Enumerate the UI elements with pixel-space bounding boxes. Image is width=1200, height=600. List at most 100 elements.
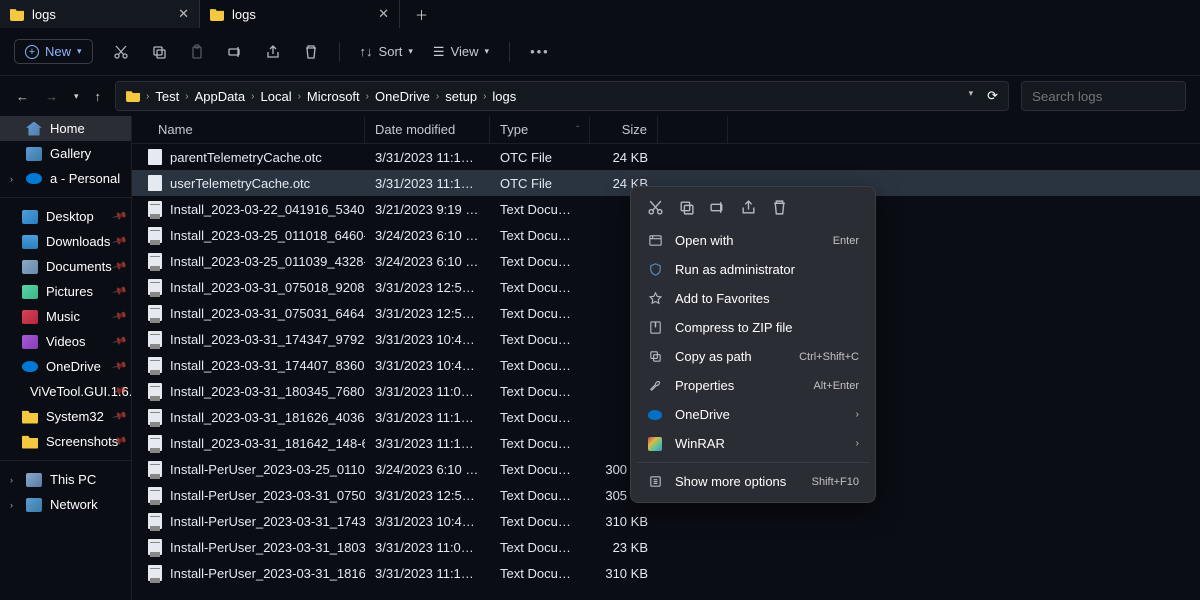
ctx-add-favorites[interactable]: Add to Favorites: [637, 284, 869, 313]
share-icon[interactable]: [740, 199, 757, 216]
chevron-right-icon: ›: [856, 409, 859, 420]
file-icon: [148, 201, 162, 217]
breadcrumb-item[interactable]: OneDrive: [375, 89, 430, 104]
file-name: parentTelemetryCache.otc: [170, 150, 322, 165]
ctx-run-admin[interactable]: Run as administrator: [637, 255, 869, 284]
ctx-copy-path[interactable]: Copy as path Ctrl+Shift+C: [637, 342, 869, 371]
close-icon[interactable]: ✕: [378, 6, 389, 22]
sidebar-item-downloads[interactable]: Downloads📌: [0, 229, 131, 254]
address-bar[interactable]: › Test › AppData › Local › Microsoft › O…: [115, 81, 1009, 111]
chevron-right-icon: ›: [146, 91, 149, 102]
rename-icon[interactable]: [709, 199, 726, 216]
file-icon: [148, 331, 162, 347]
new-button[interactable]: + New ▾: [14, 39, 93, 64]
share-icon[interactable]: [265, 44, 281, 60]
file-name: Install_2023-03-31_181642_148-6604: [170, 436, 365, 451]
music-icon: [22, 310, 38, 324]
up-button[interactable]: ↑: [93, 87, 104, 106]
sidebar-label: Network: [50, 497, 98, 512]
sidebar-item-desktop[interactable]: Desktop📌: [0, 204, 131, 229]
chevron-right-icon[interactable]: ›: [10, 475, 18, 485]
sidebar-item-gallery[interactable]: Gallery: [0, 141, 131, 166]
copy-icon[interactable]: [678, 199, 695, 216]
downloads-icon: [22, 235, 38, 249]
sidebar-item-home[interactable]: Home: [0, 116, 131, 141]
file-name: Install-PerUser_2023-03-31_181628_7996..…: [170, 566, 365, 581]
tab-logs-1[interactable]: logs ✕: [0, 0, 200, 28]
sidebar-item-pictures[interactable]: Pictures📌: [0, 279, 131, 304]
sort-button[interactable]: ↑↓ Sort ▾: [360, 44, 413, 59]
ctx-properties[interactable]: Properties Alt+Enter: [637, 371, 869, 400]
rename-icon[interactable]: [227, 44, 243, 60]
file-type: Text Document: [490, 408, 590, 427]
sidebar-item-network[interactable]: › Network: [0, 492, 131, 517]
sidebar-item-system32[interactable]: System32📌: [0, 404, 131, 429]
recent-button[interactable]: ▾: [72, 89, 81, 104]
sidebar-label: Home: [50, 121, 85, 136]
chevron-right-icon[interactable]: ›: [10, 174, 18, 184]
chevron-right-icon[interactable]: ›: [10, 500, 18, 510]
column-name[interactable]: Name: [132, 116, 365, 143]
copy-path-icon: [647, 349, 663, 364]
cut-icon[interactable]: [113, 44, 129, 60]
file-icon: [148, 279, 162, 295]
sidebar-item-videos[interactable]: Videos📌: [0, 329, 131, 354]
forward-button[interactable]: →: [43, 87, 60, 106]
sidebar-item-personal[interactable]: › a - Personal: [0, 166, 131, 191]
breadcrumb-item[interactable]: AppData: [195, 89, 246, 104]
breadcrumb-item[interactable]: setup: [445, 89, 477, 104]
cut-icon[interactable]: [647, 199, 664, 216]
file-row[interactable]: Install-PerUser_2023-03-31_174349_656-..…: [132, 508, 1200, 534]
winrar-icon: [647, 437, 663, 451]
file-date: 3/31/2023 10:44 AM: [365, 512, 490, 531]
file-icon: [148, 565, 162, 581]
sidebar-item-music[interactable]: Music📌: [0, 304, 131, 329]
breadcrumb-item[interactable]: Microsoft: [307, 89, 360, 104]
sidebar-item-documents[interactable]: Documents📌: [0, 254, 131, 279]
delete-icon[interactable]: [771, 199, 788, 216]
tab-logs-2[interactable]: logs ✕: [200, 0, 400, 28]
sidebar-item-thispc[interactable]: › This PC: [0, 467, 131, 492]
sidebar-label: Videos: [46, 334, 86, 349]
file-date: 3/31/2023 11:03 AM: [365, 382, 490, 401]
more-icon[interactable]: •••: [530, 44, 550, 59]
ctx-label: Open with: [675, 233, 821, 248]
breadcrumb-item[interactable]: logs: [492, 89, 516, 104]
sidebar-item-onedrive[interactable]: OneDrive📌: [0, 354, 131, 379]
refresh-icon[interactable]: ⟳: [987, 88, 998, 104]
file-name: Install_2023-03-31_180345_7680-9948: [170, 384, 365, 399]
open-with-icon: [647, 233, 663, 248]
view-button[interactable]: ☰ View ▾: [433, 44, 489, 60]
file-type: Text Document: [490, 226, 590, 245]
column-type[interactable]: Typeˆ: [490, 116, 590, 143]
file-date: 3/24/2023 6:10 PM: [365, 226, 490, 245]
copy-icon[interactable]: [151, 44, 167, 60]
ctx-open-with[interactable]: Open with Enter: [637, 226, 869, 255]
chevron-down-icon[interactable]: ▾: [969, 88, 974, 104]
search-input[interactable]: [1021, 81, 1186, 111]
ctx-onedrive[interactable]: OneDrive ›: [637, 400, 869, 429]
sidebar-item-vivetool-gui-1-6-2-0[interactable]: ViVeTool.GUI.1.6.2.0📌: [0, 379, 131, 404]
sidebar-item-screenshots[interactable]: Screenshots📌: [0, 429, 131, 454]
file-row[interactable]: parentTelemetryCache.otc 3/31/2023 11:16…: [132, 144, 1200, 170]
file-row[interactable]: Install-PerUser_2023-03-31_181628_7996..…: [132, 560, 1200, 586]
breadcrumb-item[interactable]: Test: [155, 89, 179, 104]
add-tab-button[interactable]: ＋: [400, 5, 443, 24]
ctx-compress-zip[interactable]: Compress to ZIP file: [637, 313, 869, 342]
back-button[interactable]: ←: [14, 87, 31, 106]
chevron-right-icon: ›: [483, 91, 486, 102]
delete-icon[interactable]: [303, 44, 319, 60]
file-date: 3/31/2023 12:50 AM: [365, 304, 490, 323]
ctx-show-more[interactable]: Show more options Shift+F10: [637, 467, 869, 496]
close-icon[interactable]: ✕: [178, 6, 189, 22]
column-label: Name: [158, 122, 193, 137]
ctx-label: WinRAR: [675, 436, 844, 451]
ctx-winrar[interactable]: WinRAR ›: [637, 429, 869, 458]
paste-icon[interactable]: [189, 44, 205, 60]
address-row: ← → ▾ ↑ › Test › AppData › Local › Micro…: [0, 76, 1200, 116]
breadcrumb-item[interactable]: Local: [261, 89, 292, 104]
column-date[interactable]: Date modified: [365, 116, 490, 143]
file-date: 3/31/2023 11:03 AM: [365, 538, 490, 557]
file-row[interactable]: Install-PerUser_2023-03-31_180352_1128..…: [132, 534, 1200, 560]
column-size[interactable]: Size: [590, 116, 658, 143]
